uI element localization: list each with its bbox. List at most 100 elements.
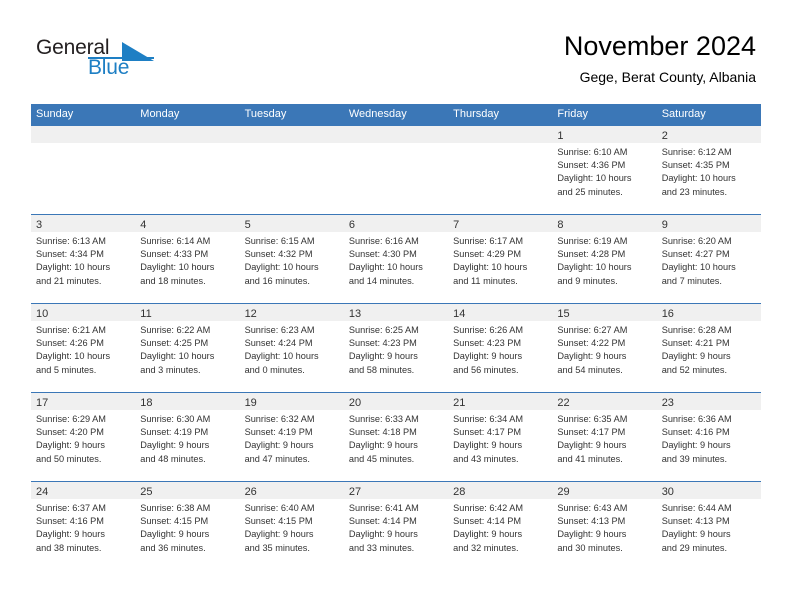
calendar-grid: Sunday Monday Tuesday Wednesday Thursday… <box>31 104 761 570</box>
calendar-week-row: 17 Sunrise: 6:29 AM Sunset: 4:20 PM Dayligh… <box>31 392 761 481</box>
date-number: 20 <box>348 397 362 409</box>
sunrise-time: Sunrise: 6:35 AM <box>557 414 628 424</box>
daylight-duration-line1: Daylight: 9 hours <box>453 351 523 362</box>
calendar-day-cell[interactable]: 18 Sunrise: 6:30 AM Sunset: 4:19 PM Dayligh… <box>135 393 240 481</box>
sunrise-time: Sunrise: 6:22 AM <box>140 325 211 335</box>
title-block: November 2024 Gege, Berat County, Albani… <box>564 30 756 87</box>
calendar-day-cell[interactable]: 30 Sunrise: 6:44 AM Sunset: 4:13 PM Dayligh… <box>656 482 761 570</box>
calendar-day-cell[interactable]: 16 Sunrise: 6:28 AM Sunset: 4:21 PM Dayligh… <box>656 304 761 392</box>
daylight-duration-line2: and 33 minutes. <box>348 542 415 553</box>
day-sun-info: Sunrise: 6:17 AM Sunset: 4:29 PM Daylight:… <box>448 232 552 288</box>
calendar-day-cell[interactable]: 29 Sunrise: 6:43 AM Sunset: 4:13 PM Dayligh… <box>552 482 657 570</box>
date-number: 12 <box>244 308 257 320</box>
sunrise-time: Sunrise: 6:12 AM <box>661 147 732 157</box>
date-number: 13 <box>348 308 362 320</box>
daylight-duration-line1: Daylight: 9 hours <box>661 351 731 362</box>
day-sun-info: Sunrise: 6:10 AM Sunset: 4:36 PM Daylight:… <box>552 143 656 199</box>
calendar-day-cell[interactable]: 12 Sunrise: 6:23 AM Sunset: 4:24 PM Dayligh… <box>239 304 344 392</box>
sunrise-time: Sunrise: 6:41 AM <box>348 503 419 513</box>
calendar-day-cell[interactable]: 14 Sunrise: 6:26 AM Sunset: 4:23 PM Dayligh… <box>448 304 553 392</box>
sunrise-time: Sunrise: 6:29 AM <box>36 414 106 424</box>
day-sun-info: Sunrise: 6:25 AM Sunset: 4:23 PM Daylight:… <box>344 321 448 377</box>
daylight-duration-line2: and 58 minutes. <box>348 364 415 375</box>
day-sun-info <box>448 143 552 146</box>
calendar-week-row: 24 Sunrise: 6:37 AM Sunset: 4:16 PM Dayligh… <box>31 481 761 570</box>
date-number: 5 <box>244 219 251 231</box>
daylight-duration-line2: and 9 minutes. <box>557 275 618 286</box>
sunset-time: Sunset: 4:25 PM <box>140 338 209 349</box>
calendar-day-cell[interactable]: 9 Sunrise: 6:20 AM Sunset: 4:27 PM Daylight… <box>656 215 761 303</box>
calendar-day-cell[interactable]: 7 Sunrise: 6:17 AM Sunset: 4:29 PM Daylight… <box>448 215 553 303</box>
calendar-day-cell[interactable]: 4 Sunrise: 6:14 AM Sunset: 4:33 PM Daylight… <box>135 215 240 303</box>
calendar-day-cell[interactable]: 8 Sunrise: 6:19 AM Sunset: 4:28 PM Daylight… <box>552 215 657 303</box>
calendar-day-cell[interactable]: 2 Sunrise: 6:12 AM Sunset: 4:35 PM Daylight… <box>656 126 761 214</box>
sunrise-time: Sunrise: 6:25 AM <box>348 325 419 335</box>
weekday-header-row: Sunday Monday Tuesday Wednesday Thursday… <box>31 104 761 125</box>
date-number: 19 <box>244 397 257 409</box>
general-blue-logo[interactable]: General Blue <box>36 37 216 83</box>
day-sun-info <box>31 143 135 146</box>
daylight-duration-line1: Daylight: 10 hours <box>557 262 632 273</box>
sunset-time: Sunset: 4:36 PM <box>557 160 626 171</box>
daylight-duration-line2: and 47 minutes. <box>244 453 310 464</box>
calendar-day-cell[interactable]: 24 Sunrise: 6:37 AM Sunset: 4:16 PM Dayligh… <box>31 482 136 570</box>
day-sun-info <box>135 143 239 146</box>
date-strip: 2 <box>656 126 761 143</box>
date-strip: 16 <box>656 304 761 321</box>
daylight-duration-line2: and 52 minutes. <box>661 364 728 375</box>
date-strip <box>343 126 449 143</box>
calendar-day-cell[interactable]: 11 Sunrise: 6:22 AM Sunset: 4:25 PM Dayligh… <box>135 304 240 392</box>
calendar-day-cell[interactable]: 10 Sunrise: 6:21 AM Sunset: 4:26 PM Dayligh… <box>31 304 136 392</box>
day-sun-info: Sunrise: 6:37 AM Sunset: 4:16 PM Daylight:… <box>31 499 135 555</box>
calendar-day-cell[interactable]: 28 Sunrise: 6:42 AM Sunset: 4:14 PM Dayligh… <box>448 482 553 570</box>
calendar-day-cell[interactable]: 23 Sunrise: 6:36 AM Sunset: 4:16 PM Dayligh… <box>656 393 761 481</box>
sunset-time: Sunset: 4:33 PM <box>140 249 209 260</box>
calendar-day-cell[interactable]: 5 Sunrise: 6:15 AM Sunset: 4:32 PM Daylight… <box>239 215 344 303</box>
calendar-day-cell[interactable]: 27 Sunrise: 6:41 AM Sunset: 4:14 PM Dayligh… <box>343 482 449 570</box>
calendar-day-cell[interactable]: 1 Sunrise: 6:10 AM Sunset: 4:36 PM Daylight… <box>552 126 657 214</box>
daylight-duration-line2: and 0 minutes. <box>244 364 305 375</box>
sunset-time: Sunset: 4:19 PM <box>244 427 313 438</box>
sunrise-time: Sunrise: 6:32 AM <box>244 414 315 424</box>
sunset-time: Sunset: 4:35 PM <box>661 160 730 171</box>
day-sun-info: Sunrise: 6:27 AM Sunset: 4:22 PM Daylight:… <box>552 321 656 377</box>
calendar-day-cell[interactable]: 25 Sunrise: 6:38 AM Sunset: 4:15 PM Dayligh… <box>135 482 240 570</box>
sunrise-time: Sunrise: 6:26 AM <box>453 325 524 335</box>
weekday-header-sunday: Sunday <box>36 108 74 120</box>
calendar-day-cell[interactable]: 19 Sunrise: 6:32 AM Sunset: 4:19 PM Dayligh… <box>239 393 344 481</box>
daylight-duration-line1: Daylight: 10 hours <box>244 262 319 273</box>
calendar-day-cell[interactable]: 6 Sunrise: 6:16 AM Sunset: 4:30 PM Daylight… <box>343 215 449 303</box>
sunrise-time: Sunrise: 6:42 AM <box>453 503 524 513</box>
sunset-time: Sunset: 4:15 PM <box>244 516 313 527</box>
day-sun-info: Sunrise: 6:20 AM Sunset: 4:27 PM Daylight:… <box>657 232 761 288</box>
calendar-day-cell[interactable]: 21 Sunrise: 6:34 AM Sunset: 4:17 PM Dayligh… <box>448 393 553 481</box>
calendar-weeks: 1 Sunrise: 6:10 AM Sunset: 4:36 PM Daylight… <box>31 125 761 570</box>
day-sun-info: Sunrise: 6:38 AM Sunset: 4:15 PM Daylight:… <box>135 499 239 555</box>
daylight-duration-line1: Daylight: 9 hours <box>453 440 523 451</box>
daylight-duration-line1: Daylight: 9 hours <box>557 529 627 540</box>
date-strip: 23 <box>656 393 761 410</box>
sunrise-time: Sunrise: 6:38 AM <box>140 503 211 513</box>
calendar-day-cell[interactable]: 17 Sunrise: 6:29 AM Sunset: 4:20 PM Dayligh… <box>31 393 136 481</box>
calendar-day-cell[interactable]: 22 Sunrise: 6:35 AM Sunset: 4:17 PM Dayligh… <box>552 393 657 481</box>
calendar-day-cell[interactable]: 20 Sunrise: 6:33 AM Sunset: 4:18 PM Dayligh… <box>343 393 449 481</box>
sunset-time: Sunset: 4:24 PM <box>244 338 313 349</box>
calendar-day-cell[interactable]: 15 Sunrise: 6:27 AM Sunset: 4:22 PM Dayligh… <box>552 304 657 392</box>
day-sun-info: Sunrise: 6:14 AM Sunset: 4:33 PM Daylight:… <box>135 232 239 288</box>
date-strip: 6 <box>343 215 449 232</box>
day-sun-info: Sunrise: 6:43 AM Sunset: 4:13 PM Daylight:… <box>552 499 656 555</box>
day-sun-info: Sunrise: 6:34 AM Sunset: 4:17 PM Daylight:… <box>448 410 552 466</box>
daylight-duration-line1: Daylight: 9 hours <box>36 440 105 451</box>
sunrise-time: Sunrise: 6:17 AM <box>453 236 524 246</box>
date-number: 10 <box>36 308 49 320</box>
daylight-duration-line2: and 14 minutes. <box>348 275 415 286</box>
calendar-day-cell-empty <box>135 126 240 214</box>
date-strip: 9 <box>656 215 761 232</box>
calendar-day-cell[interactable]: 3 Sunrise: 6:13 AM Sunset: 4:34 PM Daylight… <box>31 215 136 303</box>
calendar-page: General Blue November 2024 Gege, Berat C… <box>0 0 792 612</box>
calendar-day-cell[interactable]: 26 Sunrise: 6:40 AM Sunset: 4:15 PM Dayligh… <box>239 482 344 570</box>
weekday-header-thursday: Thursday <box>453 108 499 120</box>
daylight-duration-line2: and 35 minutes. <box>244 542 310 553</box>
sunset-time: Sunset: 4:17 PM <box>557 427 626 438</box>
calendar-day-cell[interactable]: 13 Sunrise: 6:25 AM Sunset: 4:23 PM Dayligh… <box>343 304 449 392</box>
